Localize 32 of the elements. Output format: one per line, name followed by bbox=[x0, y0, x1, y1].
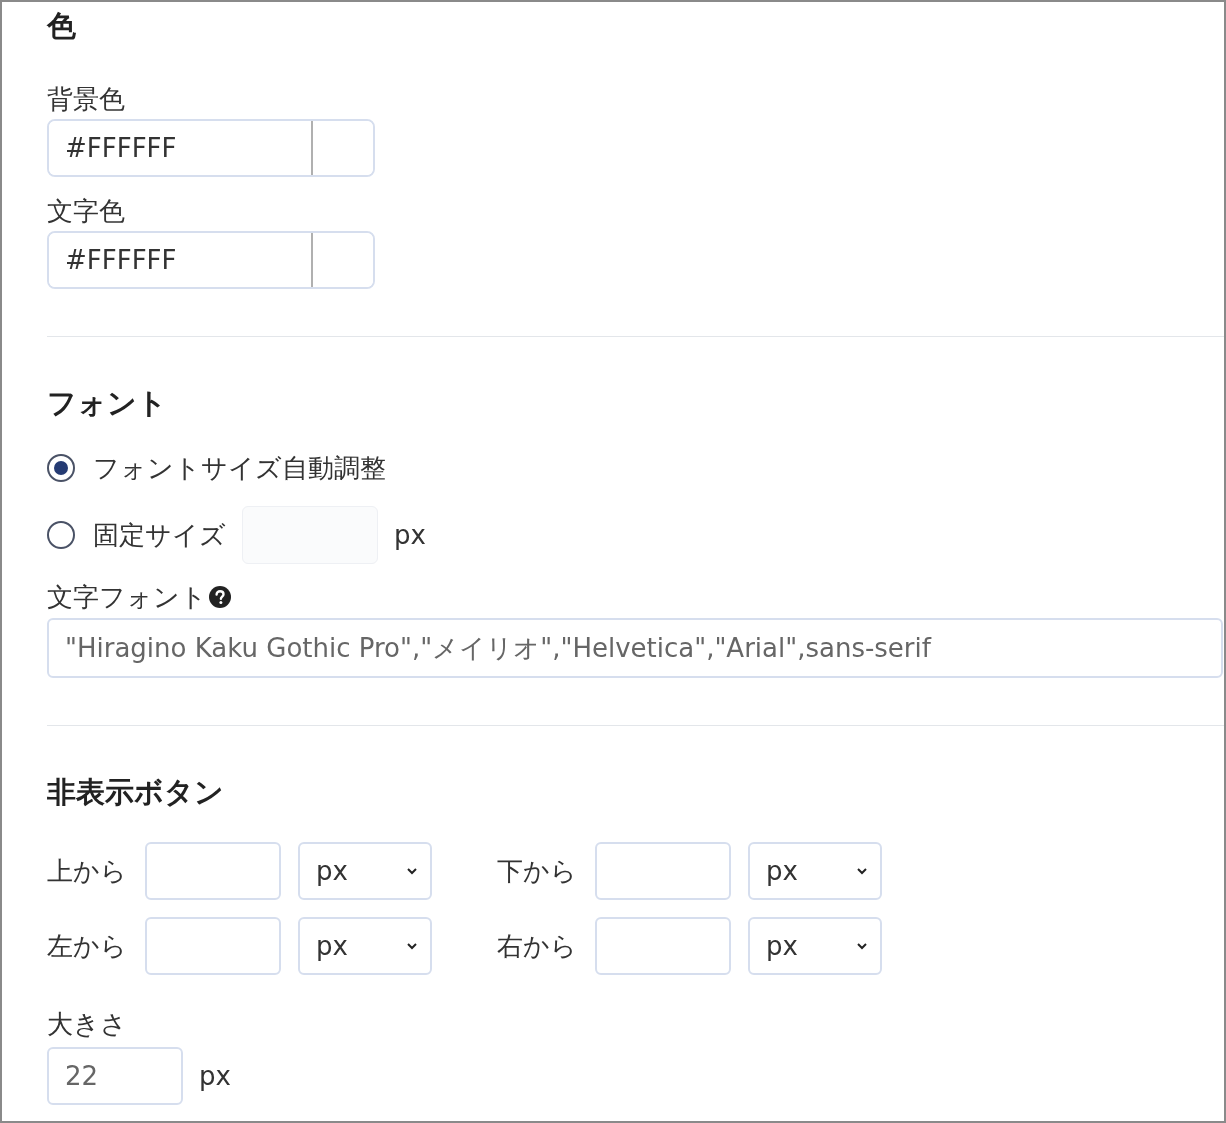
field-label: 右から bbox=[497, 929, 578, 963]
field-label: 下から bbox=[497, 854, 578, 888]
chevron-down-icon bbox=[406, 867, 418, 875]
unit-label: px bbox=[199, 1061, 231, 1091]
offset-field[interactable] bbox=[595, 842, 731, 900]
radio-label[interactable]: フォントサイズ自動調整 bbox=[93, 450, 386, 486]
field-label: 上から bbox=[47, 854, 128, 888]
field-label: 大きさ bbox=[47, 1008, 128, 1041]
offset-field[interactable] bbox=[145, 842, 281, 900]
unit-label: px bbox=[394, 520, 426, 550]
offset-field[interactable] bbox=[145, 917, 281, 975]
radio-button[interactable] bbox=[47, 454, 75, 482]
field-label: 文字フォント bbox=[47, 581, 207, 614]
field-label: 左から bbox=[47, 929, 128, 963]
help-icon bbox=[209, 586, 231, 608]
unit-dropdown[interactable]: px bbox=[298, 842, 432, 900]
section-heading: フォント bbox=[47, 385, 168, 421]
chevron-down-icon bbox=[406, 942, 418, 950]
section-heading: 非表示ボタン bbox=[47, 774, 225, 810]
size-field[interactable]: 22 bbox=[47, 1047, 183, 1105]
offset-field[interactable] bbox=[595, 917, 731, 975]
color-input-field[interactable]: #FFFFFF bbox=[47, 119, 375, 177]
field-label: 背景色 bbox=[47, 83, 126, 116]
color-input-field[interactable]: #FFFFFF bbox=[47, 231, 375, 289]
chevron-down-icon bbox=[856, 867, 868, 875]
unit-dropdown[interactable]: px bbox=[298, 917, 432, 975]
field-label: 文字色 bbox=[47, 195, 126, 228]
unit-dropdown[interactable]: px bbox=[748, 842, 882, 900]
section-heading: 色 bbox=[47, 8, 77, 44]
unit-dropdown[interactable]: px bbox=[748, 917, 882, 975]
font-family-field[interactable]: "Hiragino Kaku Gothic Pro","メイリオ","Helvetica","Arial",sans-serif bbox=[47, 618, 1223, 678]
chevron-down-icon bbox=[856, 942, 868, 950]
